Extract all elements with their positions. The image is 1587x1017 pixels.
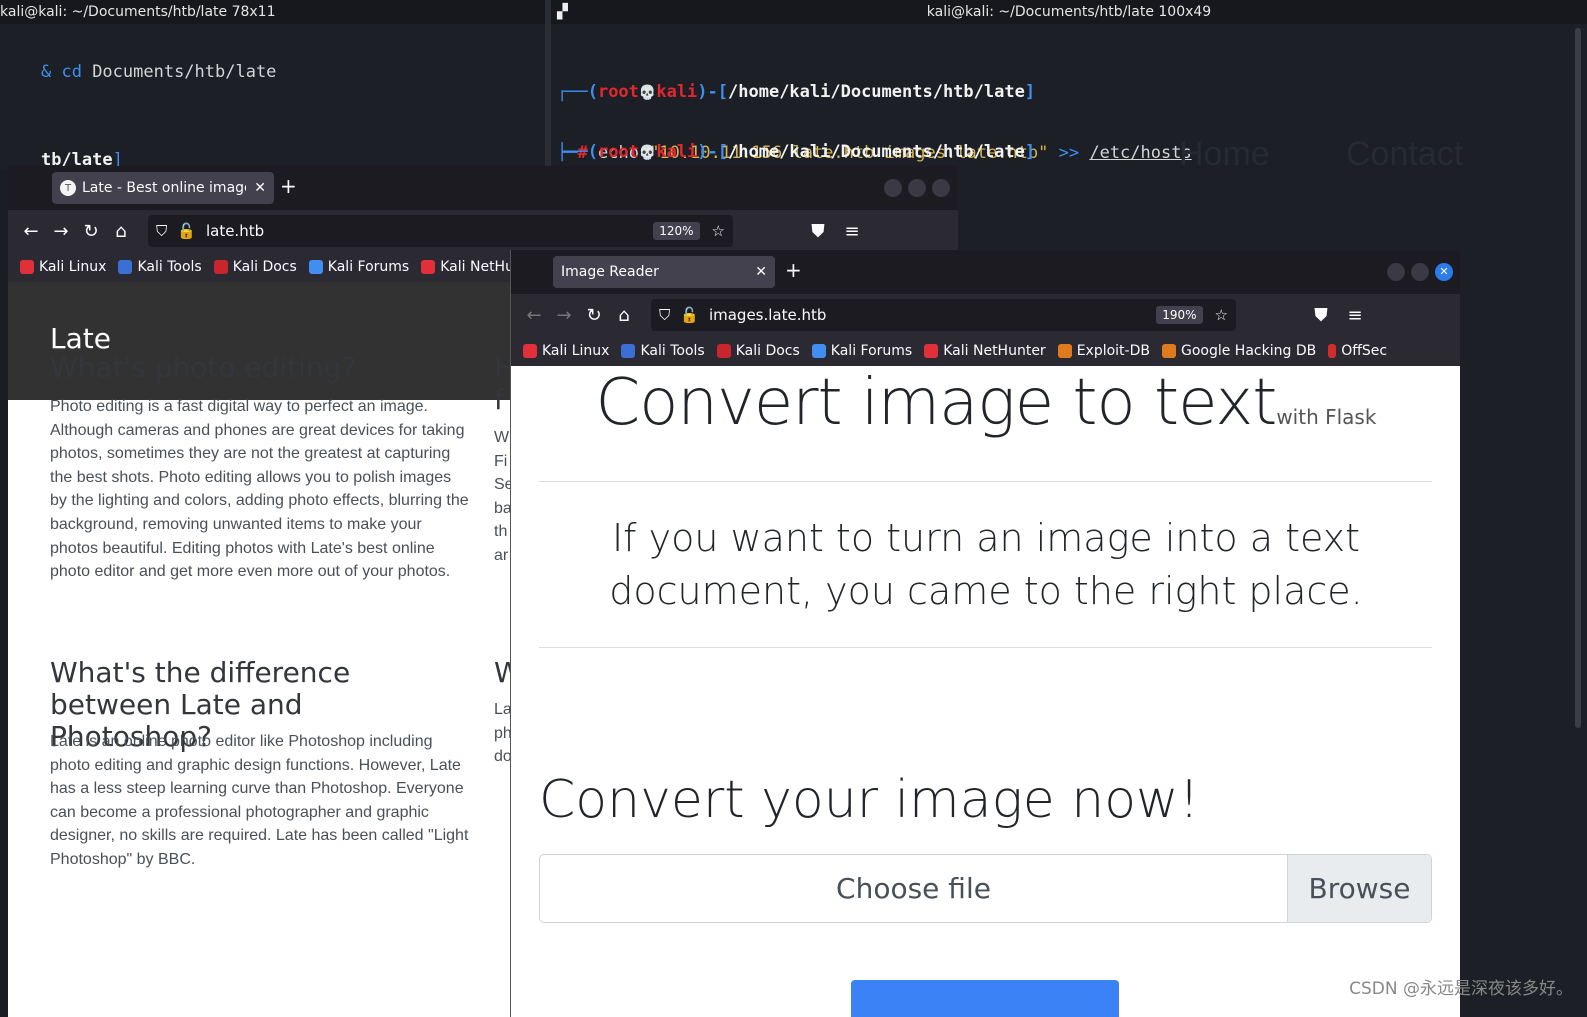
bookmark-kali-docs[interactable]: Kali Docs [716, 343, 800, 359]
bookmark-kali-docs[interactable]: Kali Docs [213, 259, 297, 275]
reload-icon[interactable]: ↻ [76, 221, 106, 242]
ghost-home: Home [1179, 135, 1270, 173]
maximize-button[interactable] [1411, 263, 1429, 281]
tab-strip: T Late - Best online image t ✕ + [8, 166, 958, 210]
prompt-user: root [597, 82, 639, 102]
home-icon[interactable]: ⌂ [609, 305, 639, 326]
minimize-button[interactable] [884, 179, 902, 197]
address-bar[interactable]: ⛉ 🔓 late.htb 120% ☆ [148, 215, 733, 247]
tab-image-reader[interactable]: Image Reader ✕ [553, 256, 775, 288]
file-input-label[interactable]: Choose file [540, 855, 1287, 922]
address-bar[interactable]: ⛉ 🔓 images.late.htb 190% ☆ [651, 299, 1236, 331]
minimize-button[interactable] [1387, 263, 1405, 281]
ghost-contact: Contact [1346, 135, 1464, 173]
pocket-icon[interactable]: ⛊ [803, 221, 833, 242]
menu-icon[interactable]: ≡ [837, 221, 867, 242]
new-tab-button[interactable]: + [785, 258, 802, 282]
star-icon[interactable]: ☆ [712, 222, 725, 240]
close-window-button[interactable] [932, 179, 950, 197]
prompt-file: /etc/hosts [1089, 143, 1192, 163]
bookmark-kali-forums[interactable]: Kali Forums [811, 343, 912, 359]
shield-icon[interactable]: ⛉ [659, 306, 670, 324]
tab-late[interactable]: T Late - Best online image t ✕ [52, 172, 274, 204]
divider-bottom [539, 647, 1432, 648]
tab-favicon: T [60, 180, 76, 196]
pocket-icon[interactable]: ⛊ [1306, 305, 1336, 326]
menu-icon[interactable]: ≡ [1340, 305, 1370, 326]
back-arrow-icon[interactable]: ← [519, 305, 549, 326]
bookmark-google-hacking-db[interactable]: Google Hacking DB [1161, 343, 1316, 359]
nav-toolbar: ← → ↻ ⌂ ⛉ 🔓 late.htb 120% ☆ ⛊ ≡ [8, 210, 958, 252]
zoom-indicator[interactable]: 190% [1156, 306, 1203, 324]
lock-icon[interactable]: 🔓 [680, 306, 699, 324]
file-input[interactable]: Choose file Browse [539, 854, 1432, 923]
terminal-left-arg: Documents/htb/late [92, 62, 277, 82]
bookmark-kali-nethunter[interactable]: Kali NetHunter [924, 343, 1046, 359]
terminal-left: kali@kali: ~/Documents/htb/late 78x11 & … [0, 0, 545, 170]
skull-icon: 💀 [638, 145, 657, 161]
url-text[interactable]: images.late.htb [709, 306, 1156, 324]
window-controls [884, 179, 950, 197]
skull-icon: 💀 [638, 85, 657, 101]
prompt-host: kali [656, 82, 698, 102]
prompt-path: /home/kali/Documents/htb/late [728, 82, 1025, 102]
page-title: Convert image to text [595, 366, 1278, 440]
prompt-user: root [597, 142, 639, 162]
terminal-right-titlebar: ▞ kali@kali: ~/Documents/htb/late 100x49 [551, 0, 1587, 24]
prompt-path: /home/kali/Documents/htb/late [728, 142, 1025, 162]
close-icon[interactable]: ✕ [254, 180, 266, 196]
reload-icon[interactable]: ↻ [579, 305, 609, 326]
bookmark-kali-tools[interactable]: Kali Tools [118, 259, 202, 275]
section-body-difference: Late is an online photo editor like Phot… [50, 733, 469, 868]
bookmark-kali-tools[interactable]: Kali Tools [621, 343, 705, 359]
terminal-left-cmd: cd [61, 62, 82, 82]
lead-text: If you want to turn an image into a text… [609, 516, 1363, 613]
tab-strip: Image Reader ✕ + ✕ [511, 250, 1460, 294]
terminal-scrollbar[interactable] [1575, 28, 1581, 728]
tab-title: Late - Best online image t [82, 180, 247, 196]
back-arrow-icon[interactable]: ← [16, 221, 46, 242]
page-header: Convert image to textwith Flask [511, 366, 1460, 440]
terminal-left-line1: & cd Documents/htb/late [0, 42, 276, 102]
section-heading: Convert your image now! [539, 770, 1200, 830]
browser-window-image-reader: Image Reader ✕ + ✕ ← → ↻ ⌂ ⛉ 🔓 images.la… [510, 250, 1460, 1017]
terminal-right-title: kali@kali: ~/Documents/htb/late 100x49 [926, 4, 1212, 20]
close-icon[interactable]: ✕ [755, 264, 767, 280]
page-title-small: with Flask [1276, 405, 1377, 429]
watermark: CSDN @永远是深夜该多好。 [1349, 979, 1573, 999]
prompt-host: kali [656, 142, 698, 162]
close-window-button[interactable]: ✕ [1435, 263, 1453, 281]
bookmark-kali-forums[interactable]: Kali Forums [308, 259, 409, 275]
terminal-left-title: kali@kali: ~/Documents/htb/late 78x11 [0, 0, 545, 24]
section-body-photo-editing: Photo editing is a fast digital way to p… [50, 398, 469, 581]
submit-button[interactable] [851, 980, 1119, 1017]
bookmark-offsec[interactable]: OffSec [1328, 343, 1387, 359]
prompt-redir: >> [1058, 143, 1080, 163]
tile-icon[interactable]: ▞ [557, 0, 568, 24]
url-text[interactable]: late.htb [206, 222, 653, 240]
zoom-indicator[interactable]: 120% [653, 222, 700, 240]
bookmark-kali-linux[interactable]: Kali Linux [20, 259, 106, 275]
section-heading-photo-editing: What's photo editing? [50, 351, 357, 384]
star-icon[interactable]: ☆ [1215, 306, 1228, 324]
bookmarks-bar: Kali Linux Kali Tools Kali Docs Kali For… [511, 336, 1460, 366]
forward-arrow-icon[interactable]: → [549, 305, 579, 326]
shield-icon[interactable]: ⛉ [156, 222, 167, 240]
lock-icon[interactable]: 🔓 [177, 222, 196, 240]
maximize-button[interactable] [908, 179, 926, 197]
divider-top [539, 481, 1432, 482]
window-controls: ✕ [1387, 263, 1453, 281]
new-tab-button[interactable]: + [280, 174, 297, 198]
browse-button[interactable]: Browse [1287, 855, 1431, 922]
bookmark-exploit-db[interactable]: Exploit-DB [1057, 343, 1150, 359]
terminal-left-amp: & [40, 62, 52, 82]
nav-toolbar: ← → ↻ ⌂ ⛉ 🔓 images.late.htb 190% ☆ ⛊ ≡ [511, 294, 1460, 336]
forward-arrow-icon[interactable]: → [46, 221, 76, 242]
bookmark-kali-linux[interactable]: Kali Linux [523, 343, 609, 359]
home-icon[interactable]: ⌂ [106, 221, 136, 242]
tab-title: Image Reader [561, 264, 659, 280]
